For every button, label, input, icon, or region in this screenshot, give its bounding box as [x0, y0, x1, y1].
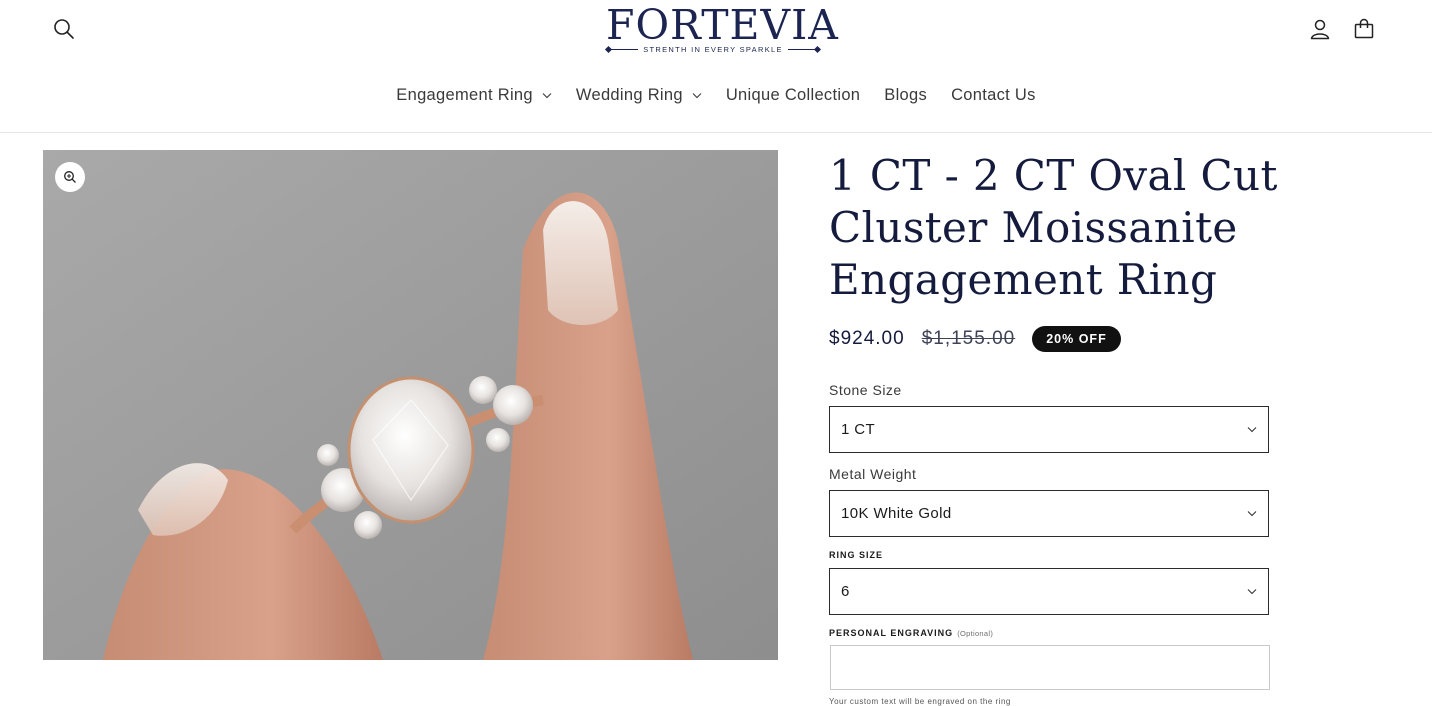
- stone-size-value: 1 CT: [841, 421, 876, 438]
- metal-weight-label: Metal Weight: [829, 466, 917, 482]
- zoom-button[interactable]: [55, 162, 85, 192]
- regular-price: $1,155.00: [921, 328, 1016, 349]
- nav-item-label: Engagement Ring: [396, 86, 533, 104]
- sale-price: $924.00: [829, 328, 905, 349]
- logo-tagline: STRENTH IN EVERY SPARKLE: [643, 45, 783, 54]
- ring-size-value: 6: [841, 583, 850, 600]
- nav-item-label: Blogs: [884, 86, 928, 104]
- engraving-label-row: PERSONAL ENGRAVING (Optional): [829, 628, 1389, 638]
- zoom-in-icon: [64, 171, 76, 183]
- chevron-down-icon: [1247, 589, 1257, 595]
- cart-icon: [1354, 18, 1374, 39]
- nav-item-wedding-ring[interactable]: Wedding Ring: [564, 86, 714, 105]
- price-row: $924.00 $1,155.00 20% OFF: [829, 324, 1389, 354]
- nav-item-label: Unique Collection: [725, 86, 861, 104]
- chevron-down-icon: [542, 92, 552, 99]
- ring-photo: [43, 150, 778, 660]
- metal-weight-value: 10K White Gold: [841, 505, 952, 522]
- engraving-label: PERSONAL ENGRAVING: [829, 628, 954, 638]
- nav-item-label: Contact Us: [951, 86, 1036, 104]
- logo-divider-right: [787, 49, 818, 50]
- nav-item-engagement-ring[interactable]: Engagement Ring: [384, 86, 564, 105]
- discount-badge: 20% OFF: [1032, 326, 1121, 352]
- chevron-down-icon: [692, 92, 702, 99]
- main-nav: Engagement Ring Wedding Ring Unique Coll…: [0, 86, 1432, 105]
- product-title: 1 CT - 2 CT Oval Cut Cluster Moissanite …: [829, 151, 1278, 304]
- product-info: 1 CT - 2 CT Oval Cut Cluster Moissanite …: [829, 150, 1389, 706]
- account-button[interactable]: [1305, 14, 1335, 44]
- search-button[interactable]: [49, 14, 79, 44]
- product-image[interactable]: [43, 150, 778, 660]
- site-header: FORTEVIA STRENTH IN EVERY SPARKLE Engage…: [0, 0, 1432, 133]
- metal-weight-select[interactable]: 10K White Gold: [829, 490, 1269, 537]
- user-icon: [1310, 19, 1330, 40]
- nav-item-contact-us[interactable]: Contact Us: [939, 86, 1048, 105]
- engraving-hint: Your custom text will be engraved on the…: [829, 697, 1011, 706]
- nav-item-label: Wedding Ring: [575, 86, 683, 104]
- chevron-down-icon: [1247, 511, 1257, 517]
- engraving-optional-note: (Optional): [957, 629, 994, 638]
- engraving-input[interactable]: [830, 645, 1270, 690]
- logo[interactable]: FORTEVIA STRENTH IN EVERY SPARKLE: [606, 1, 839, 58]
- cart-button[interactable]: [1349, 14, 1379, 44]
- chevron-down-icon: [1247, 427, 1257, 433]
- search-icon: [54, 19, 74, 39]
- logo-wordmark: FORTEVIA: [606, 1, 839, 49]
- stone-size-label: Stone Size: [829, 382, 902, 398]
- nav-item-blogs[interactable]: Blogs: [872, 86, 939, 105]
- nav-item-unique-collection[interactable]: Unique Collection: [714, 86, 872, 105]
- stone-size-select[interactable]: 1 CT: [829, 406, 1269, 453]
- ring-size-select[interactable]: 6: [829, 568, 1269, 615]
- logo-divider-left: [608, 49, 639, 50]
- ring-size-label: RING SIZE: [829, 550, 884, 560]
